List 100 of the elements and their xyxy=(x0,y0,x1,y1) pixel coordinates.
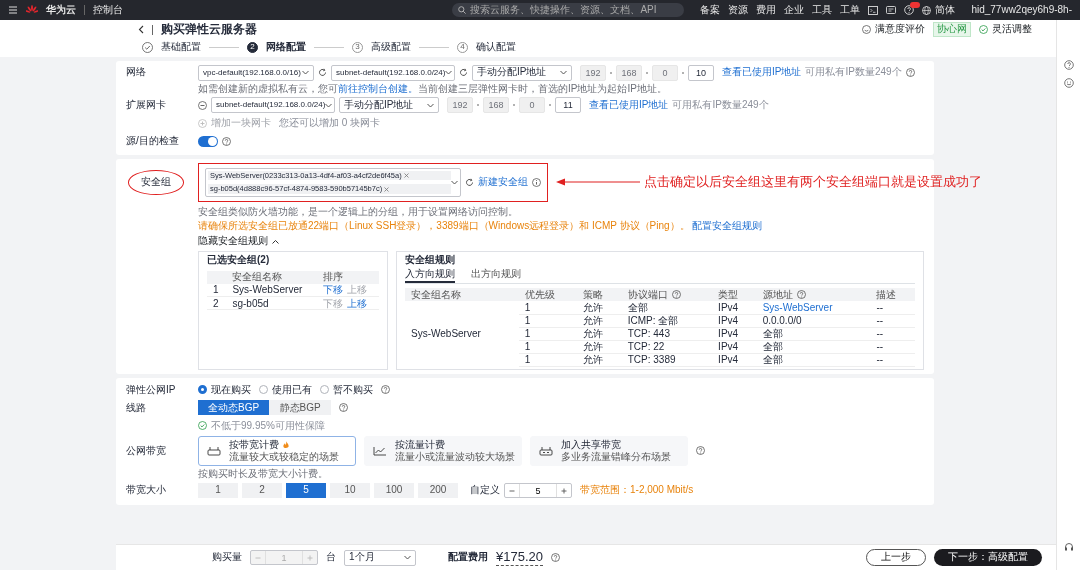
field-label: 公网带宽 xyxy=(126,444,167,458)
hide-rules-toggle[interactable]: 隐藏安全组规则 xyxy=(198,234,279,248)
size-button[interactable]: 200 xyxy=(418,483,458,499)
nav-link[interactable]: 企业 xyxy=(784,3,805,17)
size-button[interactable]: 10 xyxy=(330,483,370,499)
refresh-icon[interactable] xyxy=(465,177,474,187)
price-label: 配置费用 xyxy=(448,551,488,564)
line-chart-icon xyxy=(373,445,387,456)
brand-name[interactable]: 华为云 xyxy=(46,3,76,17)
refresh-icon[interactable] xyxy=(318,68,327,77)
nav-link[interactable]: 备案 xyxy=(700,3,721,17)
radio-button[interactable] xyxy=(320,385,329,395)
nav-link[interactable]: 工具 xyxy=(812,3,833,17)
refresh-icon[interactable] xyxy=(459,68,468,77)
headset-icon[interactable] xyxy=(1063,542,1074,552)
radio-label[interactable]: 现在购买 xyxy=(211,383,251,396)
bandwidth-stepper[interactable]: 5 xyxy=(504,483,572,499)
radio-button[interactable] xyxy=(259,385,268,395)
table-cell: IPv4 xyxy=(712,327,757,341)
size-button[interactable]: 5 xyxy=(286,483,326,499)
nav-link[interactable]: 费用 xyxy=(756,3,777,17)
range-text: 带宽范围：1-2,000 Mbit/s xyxy=(580,484,694,497)
adjust-link[interactable]: 灵活调整 xyxy=(979,23,1032,36)
field-label: 弹性公网IP xyxy=(126,383,177,396)
radio-label[interactable]: 使用已有 xyxy=(272,383,312,396)
console-create-link[interactable]: 前往控制台创建。 xyxy=(338,82,418,94)
billing-option[interactable]: 按带宽计费 流量较大或较稳定的场景 xyxy=(198,435,356,467)
remove-icon[interactable] xyxy=(198,100,207,110)
caret-icon xyxy=(325,102,333,108)
minus-icon xyxy=(255,554,261,561)
size-button[interactable]: 1 xyxy=(198,483,238,499)
globe-icon xyxy=(922,5,932,15)
subnet-select[interactable]: subnet-default(192.168.0.0/24) xyxy=(211,97,335,113)
sla-text: 不低于99.95%可用性保障 xyxy=(211,419,325,432)
logo-icon[interactable] xyxy=(26,5,38,15)
language-menu[interactable]: 简体 xyxy=(922,3,956,17)
table-cell: 全部 xyxy=(621,301,713,315)
terminal-icon[interactable] xyxy=(868,5,879,15)
segment-button[interactable]: 静态BGP xyxy=(269,400,332,416)
segment-button[interactable]: 全动态BGP xyxy=(198,400,270,416)
nav-link[interactable]: 资源 xyxy=(728,3,749,17)
ip-mode-select[interactable]: 手动分配IP地址 xyxy=(339,97,439,113)
radio-button[interactable] xyxy=(198,385,207,395)
table-cell: -- xyxy=(870,301,915,315)
billing-option[interactable]: 按流量计费 流量小或流量波动较大场景 xyxy=(364,435,522,467)
help-icon[interactable] xyxy=(1063,60,1074,70)
option-subtitle: 多业务流量错峰分布场景 xyxy=(561,451,671,464)
table-cell: 1 xyxy=(518,301,578,315)
billing-option[interactable]: 加入共享带宽 多业务流量错峰分布场景 xyxy=(530,435,688,467)
annotation-text: 点击确定以后安全组这里有两个安全组端口就是设置成功了 xyxy=(644,174,982,191)
create-group-link[interactable]: 新建安全组 xyxy=(478,176,528,189)
toggle-switch[interactable] xyxy=(198,135,218,147)
feedback-link[interactable]: 满意度评价 xyxy=(862,23,925,36)
back-icon[interactable] xyxy=(138,25,144,34)
check-circle-icon xyxy=(198,421,207,431)
column-header: 策略 xyxy=(583,288,604,301)
previous-button[interactable]: 上一步 xyxy=(866,549,926,566)
quantity-label: 购买量 xyxy=(212,551,242,564)
next-button[interactable]: 下一步：高级配置 xyxy=(934,549,1042,566)
caret-icon xyxy=(445,70,453,75)
duration-select[interactable]: 1个月 xyxy=(344,549,416,566)
tab[interactable]: 出方向规则 xyxy=(471,266,521,284)
info-icon[interactable] xyxy=(532,177,541,187)
step-label[interactable]: 网络配置 xyxy=(266,41,306,54)
step-label[interactable]: 高级配置 xyxy=(371,41,411,54)
user-name[interactable]: hid_77ww2qey6h9-8h- xyxy=(971,3,1072,17)
configure-rules-link[interactable]: 配置安全组规则 xyxy=(692,220,763,232)
caret-icon xyxy=(427,102,434,108)
radio-label[interactable]: 暂不购买 xyxy=(333,383,373,396)
caret-icon xyxy=(404,555,411,560)
move-down-link[interactable]: 下移 xyxy=(323,284,343,296)
close-icon[interactable] xyxy=(384,186,390,192)
search-field[interactable]: 搜索云服务、快捷操作、资源、文档、API xyxy=(452,3,685,17)
table-cell: 0.0.0.0/0 xyxy=(762,315,802,326)
ip-mode-select[interactable]: 手动分配IP地址 xyxy=(472,64,572,81)
table-cell: 1 xyxy=(518,327,578,341)
size-button[interactable]: 100 xyxy=(374,483,414,499)
step-label[interactable]: 基础配置 xyxy=(161,41,201,54)
vpc-select[interactable]: vpc-default(192.168.0.0/16) xyxy=(198,64,314,81)
console-link[interactable]: 控制台 xyxy=(93,3,123,17)
nav-link[interactable]: 工单 xyxy=(840,3,861,17)
security-group-hint: 安全组类似防火墙功能，是一个逻辑上的分组，用于设置网络访问控制。 xyxy=(198,205,519,219)
source-link[interactable]: Sys-WebServer xyxy=(762,301,833,313)
used-ip-link[interactable]: 查看已使用IP地址 xyxy=(722,66,802,79)
move-up-link[interactable]: 上移 xyxy=(347,297,367,309)
size-button[interactable]: 2 xyxy=(242,483,282,499)
tab[interactable]: 入方向规则 xyxy=(405,266,455,284)
message-icon[interactable] xyxy=(886,5,897,15)
ip-octet-field[interactable]: 11 xyxy=(555,97,581,113)
step-label[interactable]: 确认配置 xyxy=(476,41,516,54)
ip-octet-field[interactable]: 10 xyxy=(688,64,714,81)
close-icon[interactable] xyxy=(403,173,409,179)
table-cell: -- xyxy=(870,340,915,354)
menu-icon[interactable] xyxy=(8,5,18,15)
used-ip-link[interactable]: 查看已使用IP地址 xyxy=(589,98,669,112)
column-header: 类型 xyxy=(718,288,739,301)
remaining-nic-text: 您还可以增加 0 块网卡 xyxy=(279,116,381,130)
smile-icon[interactable] xyxy=(1063,78,1074,88)
billing-hint: 按购买时长及带宽大小计费。 xyxy=(198,468,329,481)
subnet-select[interactable]: subnet-default(192.168.0.0/24) xyxy=(331,64,455,81)
